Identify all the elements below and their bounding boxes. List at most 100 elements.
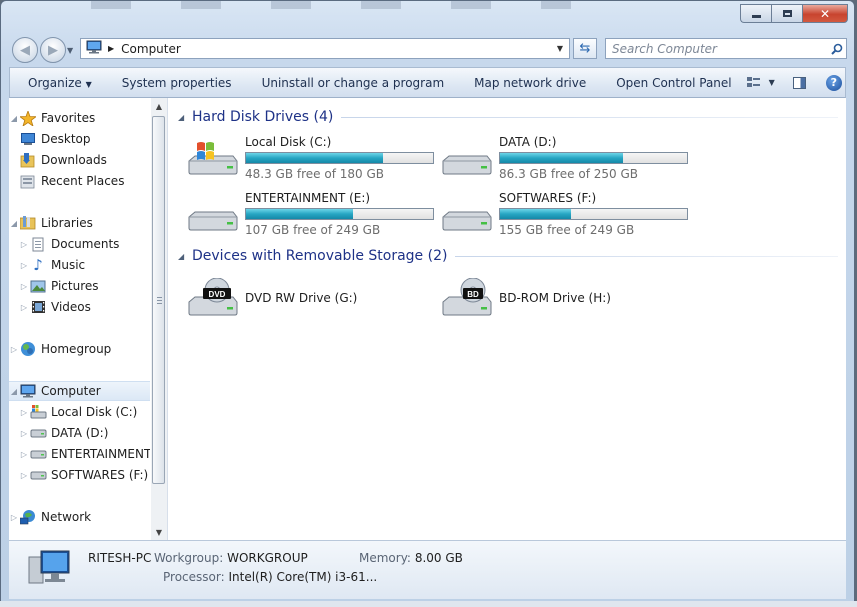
expand-arrow-icon[interactable]: ◢: [9, 219, 19, 228]
sidebar-item-label: SOFTWARES (F:): [51, 468, 149, 482]
navigation-scrollbar[interactable]: ▲ ▼: [151, 98, 167, 540]
sidebar-item-recent-places[interactable]: Recent Places: [9, 171, 150, 191]
title-bar[interactable]: ✕: [1, 1, 854, 29]
expand-arrow-icon[interactable]: ◢: [9, 114, 19, 123]
sidebar-item-label: Music: [51, 258, 86, 272]
sidebar-item-favorites[interactable]: ◢ Favorites: [9, 108, 150, 128]
breadcrumb-chevron-icon[interactable]: ▶: [108, 44, 114, 53]
bluray-drive-icon: BD: [442, 278, 492, 316]
recent-pages-dropdown[interactable]: ▼: [67, 46, 73, 55]
scroll-up-icon[interactable]: ▲: [151, 98, 167, 114]
sidebar-item-desktop[interactable]: Desktop: [9, 129, 150, 149]
maximize-button[interactable]: [771, 4, 802, 23]
drive-e[interactable]: ENTERTAINMENT (E:) 107 GB free of 249 GB: [187, 191, 437, 241]
expand-arrow-icon[interactable]: ▷: [19, 303, 29, 312]
documents-icon: [29, 236, 47, 252]
expand-arrow-icon[interactable]: ▷: [19, 261, 29, 270]
caption-buttons: ✕: [740, 4, 848, 23]
sidebar-item-homegroup[interactable]: ▷ Homegroup: [9, 339, 150, 359]
navigation-tree: ◢ Favorites Desktop Downloads Recent Pla…: [9, 98, 150, 540]
computer-icon: [86, 40, 102, 57]
close-button[interactable]: ✕: [802, 4, 848, 23]
expand-arrow-icon[interactable]: ◢: [9, 387, 19, 396]
drive-free-space: 86.3 GB free of 250 GB: [499, 167, 638, 181]
sidebar-item-label: Homegroup: [41, 342, 112, 356]
sidebar-item-label: Pictures: [51, 279, 99, 293]
collapse-arrow-icon[interactable]: ◢: [178, 252, 192, 261]
chevron-down-icon: ▼: [85, 79, 92, 89]
capacity-bar: [245, 152, 434, 164]
sidebar-item-network[interactable]: ▷ Network: [9, 507, 150, 527]
expand-arrow-icon[interactable]: ▷: [9, 345, 19, 354]
homegroup-icon: [19, 341, 37, 357]
sidebar-item-music[interactable]: ▷ ♪ Music: [9, 255, 150, 275]
pictures-icon: [29, 278, 47, 294]
device-bd-h[interactable]: BD BD-ROM Drive (H:): [441, 274, 691, 324]
expand-arrow-icon[interactable]: ▷: [19, 408, 29, 417]
memory-value: 8.00 GB: [414, 551, 463, 565]
drive-free-space: 107 GB free of 249 GB: [245, 223, 381, 237]
scroll-down-icon[interactable]: ▼: [151, 524, 167, 540]
organize-menu[interactable]: Organize ▼: [10, 76, 107, 90]
recent-places-icon: [19, 173, 37, 189]
address-bar[interactable]: ▶ Computer ▼: [80, 38, 570, 59]
minimize-button[interactable]: [740, 4, 771, 23]
computer-icon: [19, 383, 37, 399]
system-properties-button[interactable]: System properties: [107, 76, 247, 90]
drive-name: Local Disk (C:): [245, 135, 332, 149]
refresh-button[interactable]: ⇆: [573, 38, 597, 59]
device-name: DVD RW Drive (G:): [245, 291, 358, 305]
expand-arrow-icon[interactable]: ▷: [19, 282, 29, 291]
preview-pane-icon[interactable]: [792, 76, 806, 89]
libraries-icon: [19, 215, 37, 231]
hard-drive-icon: [442, 155, 492, 175]
hard-drive-icon: [188, 211, 238, 231]
sidebar-item-libraries[interactable]: ◢ Libraries: [9, 213, 150, 233]
group-title: Devices with Removable Storage (2): [192, 248, 448, 264]
computer-name: RITESH-PC: [88, 551, 152, 565]
sidebar-item-label: Network: [41, 510, 92, 524]
sidebar-item-label: Computer: [41, 384, 101, 398]
sidebar-item-local-disk-c[interactable]: ▷ Local Disk (C:): [9, 402, 150, 422]
search-input[interactable]: [606, 40, 828, 57]
sidebar-item-label: DATA (D:): [51, 426, 109, 440]
removable-storage-group-header[interactable]: ◢ Devices with Removable Storage (2): [178, 248, 838, 264]
downloads-folder-icon: [19, 152, 37, 168]
sidebar-item-computer[interactable]: ◢ Computer: [9, 381, 150, 401]
expand-arrow-icon[interactable]: ▷: [19, 471, 29, 480]
scrollbar-thumb[interactable]: [152, 116, 165, 484]
open-control-panel-button[interactable]: Open Control Panel: [601, 76, 746, 90]
collapse-arrow-icon[interactable]: ◢: [178, 113, 192, 122]
sidebar-item-videos[interactable]: ▷ Videos: [9, 297, 150, 317]
sidebar-item-entertainment-e[interactable]: ▷ ENTERTAINMENT: [9, 444, 150, 464]
hard-disk-group-header[interactable]: ◢ Hard Disk Drives (4): [178, 109, 838, 125]
toolbar-right-controls: ▼ ?: [746, 74, 852, 91]
address-path[interactable]: Computer: [121, 42, 551, 56]
sidebar-item-data-d[interactable]: ▷ DATA (D:): [9, 423, 150, 443]
back-button[interactable]: ◀: [12, 37, 38, 63]
drive-free-space: 48.3 GB free of 180 GB: [245, 167, 384, 181]
expand-arrow-icon[interactable]: ▷: [19, 429, 29, 438]
computer-icon: [28, 550, 70, 584]
expand-arrow-icon[interactable]: ▷: [19, 240, 29, 249]
map-network-drive-button[interactable]: Map network drive: [459, 76, 601, 90]
drive-c[interactable]: Local Disk (C:) 48.3 GB free of 180 GB: [187, 135, 437, 185]
sidebar-item-softwares-f[interactable]: ▷ SOFTWARES (F:): [9, 465, 150, 485]
sidebar-item-label: Desktop: [41, 132, 91, 146]
device-dvd-g[interactable]: DVD DVD RW Drive (G:): [187, 274, 437, 324]
address-dropdown-icon[interactable]: ▼: [551, 44, 569, 53]
sidebar-item-documents[interactable]: ▷ Documents: [9, 234, 150, 254]
search-box[interactable]: [605, 38, 847, 59]
drive-free-space: 155 GB free of 249 GB: [499, 223, 635, 237]
uninstall-program-button[interactable]: Uninstall or change a program: [247, 76, 460, 90]
help-icon[interactable]: ?: [825, 74, 842, 91]
expand-arrow-icon[interactable]: ▷: [9, 513, 19, 522]
change-view-button[interactable]: ▼: [746, 76, 775, 89]
forward-button[interactable]: ▶: [40, 37, 66, 63]
sidebar-item-pictures[interactable]: ▷ Pictures: [9, 276, 150, 296]
expand-arrow-icon[interactable]: ▷: [19, 450, 29, 459]
drive-f[interactable]: SOFTWARES (F:) 155 GB free of 249 GB: [441, 191, 691, 241]
drive-d[interactable]: DATA (D:) 86.3 GB free of 250 GB: [441, 135, 691, 185]
sidebar-item-downloads[interactable]: Downloads: [9, 150, 150, 170]
search-icon[interactable]: [828, 43, 846, 55]
